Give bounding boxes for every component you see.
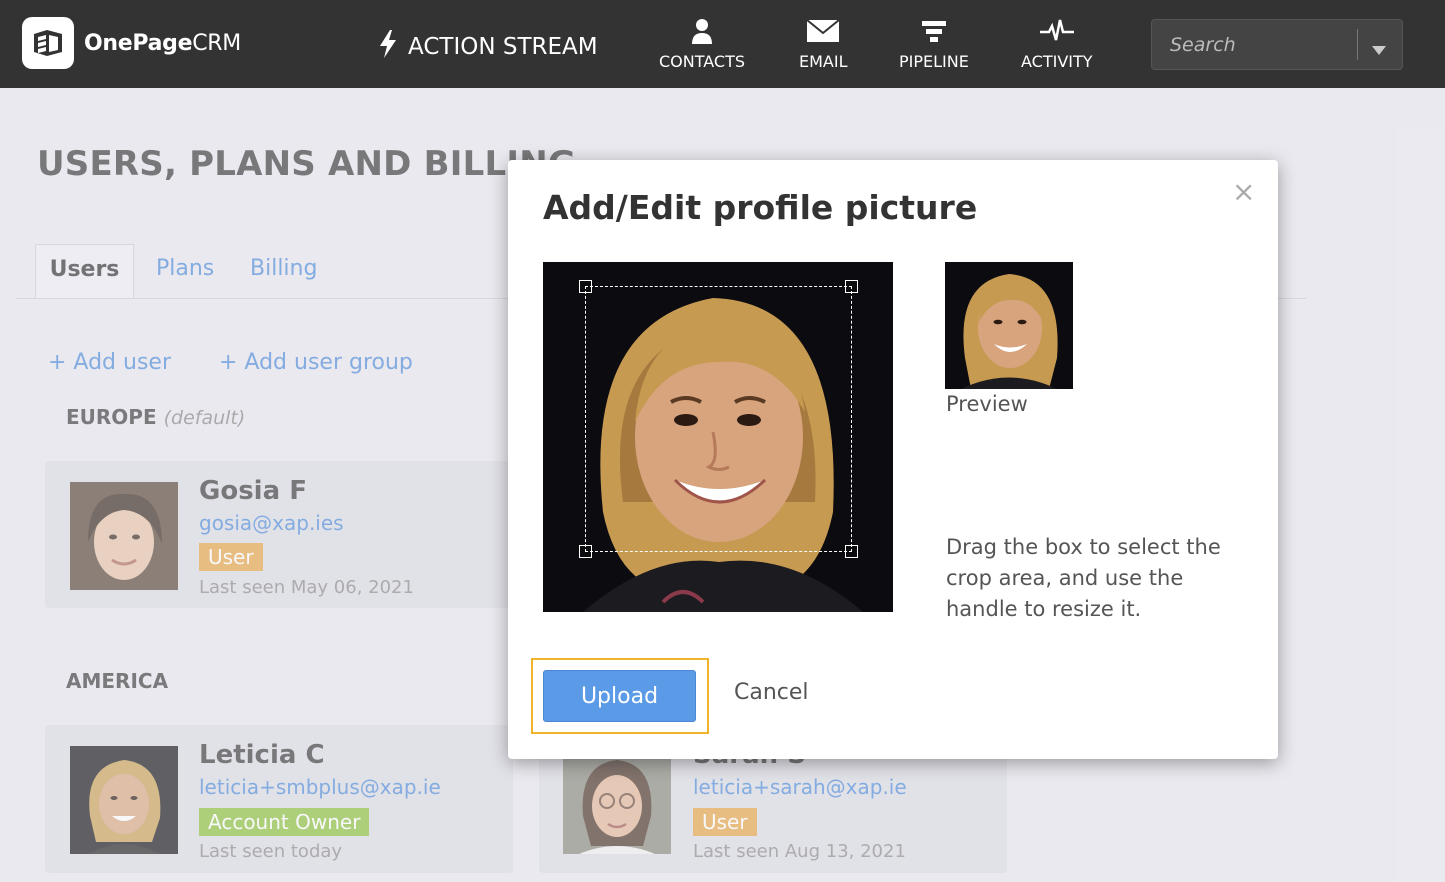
nav-pipeline[interactable]: PIPELINE	[899, 14, 969, 71]
nav-email-label: EMAIL	[799, 52, 848, 71]
brand-suffix: CRM	[192, 30, 241, 56]
logo[interactable]: OnePageCRM	[22, 17, 241, 69]
nav-pipeline-label: PIPELINE	[899, 52, 969, 71]
nav-contacts[interactable]: CONTACTS	[659, 14, 745, 71]
close-icon[interactable]: ×	[1232, 178, 1255, 206]
resize-handle-bottom-right[interactable]	[845, 545, 858, 558]
cancel-button[interactable]: Cancel	[734, 680, 809, 705]
resize-handle-bottom-left[interactable]	[579, 545, 592, 558]
resize-handle-top-left[interactable]	[579, 280, 592, 293]
top-bar: OnePageCRM ACTION STREAM CONTACTS EMAIL …	[0, 0, 1445, 88]
upload-button[interactable]: Upload	[543, 670, 696, 722]
dialog-title: Add/Edit profile picture	[543, 188, 978, 227]
nav-activity[interactable]: ACTIVITY	[1021, 14, 1093, 71]
pulse-icon	[1039, 14, 1075, 48]
preview-image	[945, 262, 1073, 389]
search-input[interactable]	[1152, 20, 1357, 69]
preview-label: Preview	[946, 392, 1028, 416]
nav-activity-label: ACTIVITY	[1021, 52, 1093, 71]
funnel-icon	[921, 14, 947, 48]
person-icon	[691, 14, 713, 48]
action-stream-label: ACTION STREAM	[408, 34, 598, 60]
envelope-icon	[806, 14, 840, 48]
search-divider	[1357, 29, 1358, 60]
resize-handle-top-right[interactable]	[845, 280, 858, 293]
brand-name: OnePageCRM	[84, 31, 241, 56]
profile-picture-dialog: Add/Edit profile picture × Preview Drag …	[508, 160, 1278, 759]
nav-action-stream[interactable]: ACTION STREAM	[378, 30, 598, 64]
chevron-down-icon[interactable]	[1372, 40, 1386, 59]
search-box	[1151, 19, 1403, 70]
nav-contacts-label: CONTACTS	[659, 52, 746, 71]
lightning-icon	[378, 30, 398, 64]
crop-selection-box[interactable]	[579, 280, 858, 558]
nav-email[interactable]: EMAIL	[799, 14, 848, 71]
logo-icon	[22, 17, 74, 69]
brand-main: OnePage	[84, 30, 193, 56]
crop-image[interactable]	[543, 262, 893, 612]
crop-help-text: Drag the box to select the crop area, an…	[946, 535, 1221, 621]
